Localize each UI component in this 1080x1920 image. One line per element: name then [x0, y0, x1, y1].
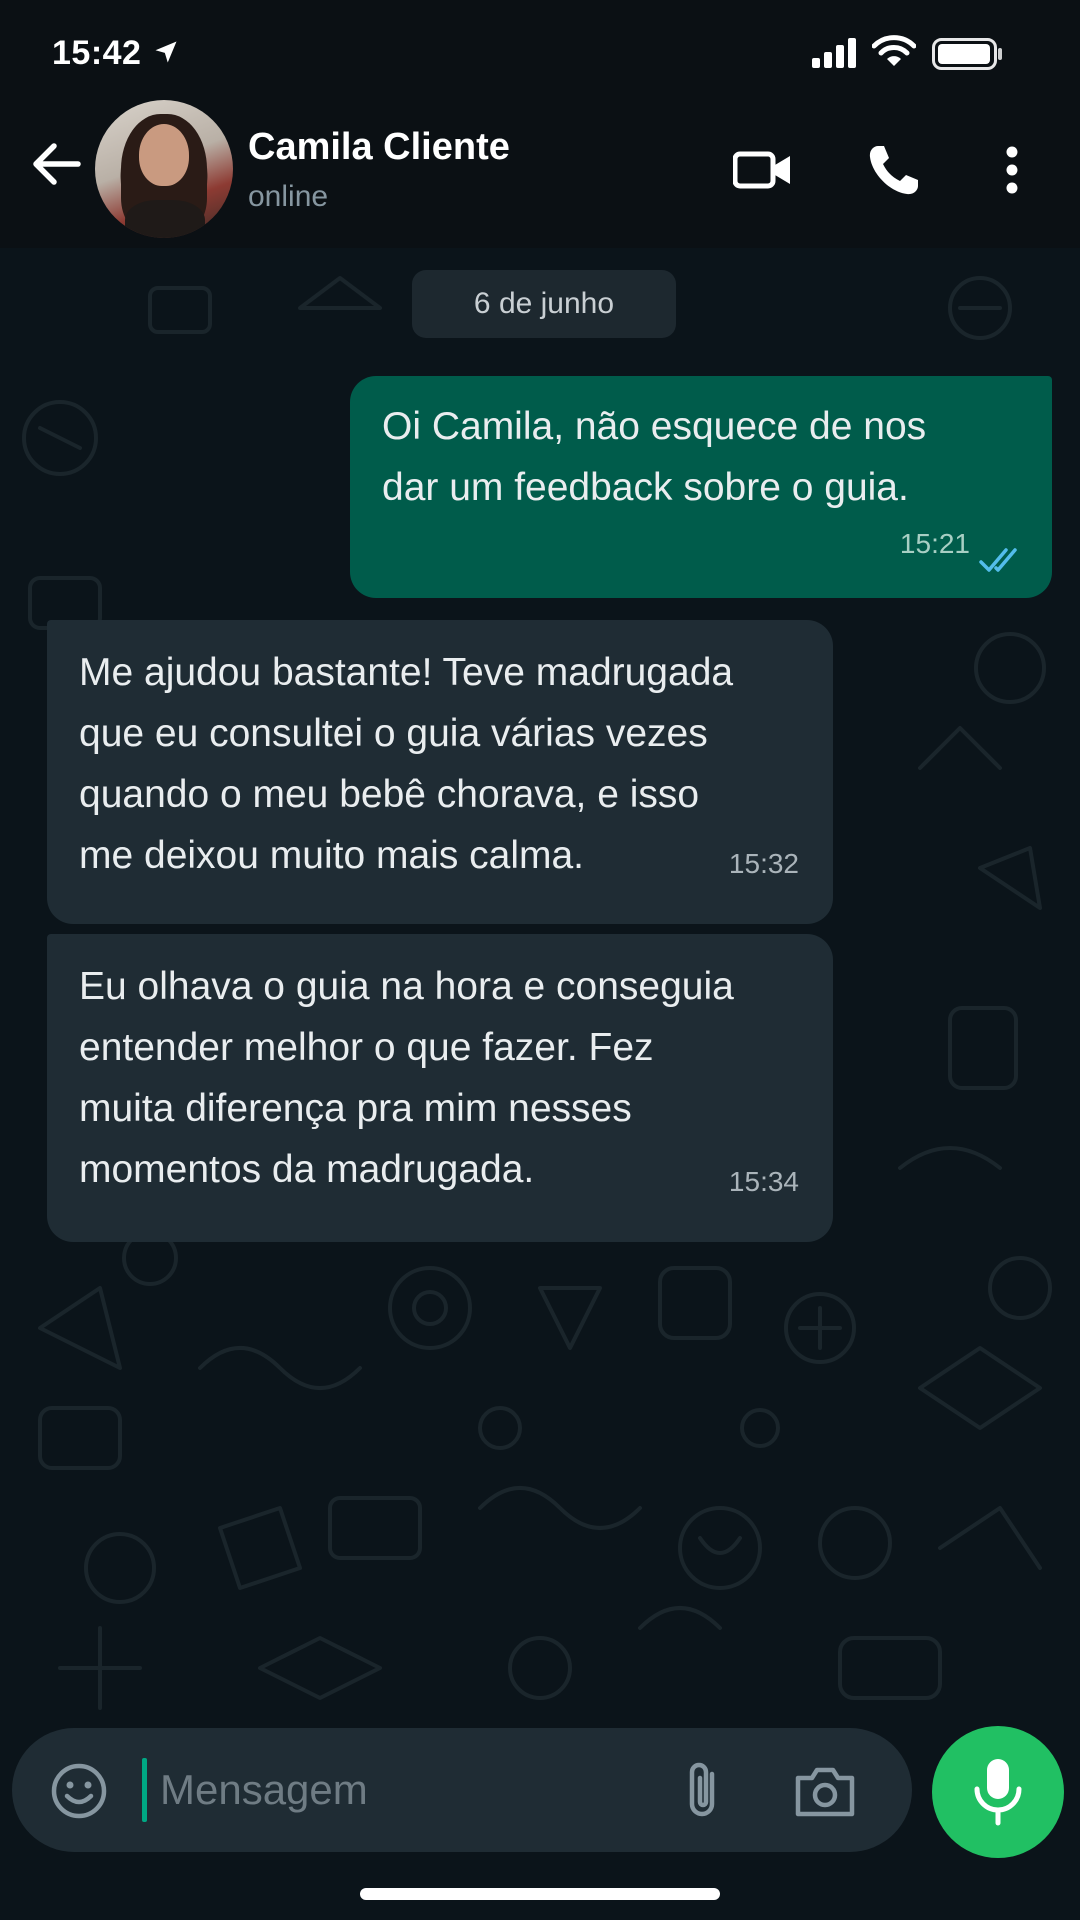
- back-arrow-icon[interactable]: [28, 136, 84, 192]
- microphone-button[interactable]: [932, 1726, 1064, 1858]
- message-time: 15:32: [728, 848, 799, 879]
- location-arrow-icon: [155, 41, 177, 63]
- contact-name[interactable]: Camila Cliente: [248, 126, 510, 169]
- battery-icon: [932, 38, 1002, 70]
- message-time: 15:34: [728, 1166, 799, 1197]
- chat-area[interactable]: 6 de junho Oi Camila, não esquece de nos…: [0, 248, 1080, 1728]
- status-time: 15:42: [52, 34, 142, 72]
- wifi-icon: [872, 35, 916, 66]
- chat-header: Camila Cliente online: [0, 100, 1080, 248]
- text-caret: [142, 1758, 147, 1822]
- avatar-body: [125, 200, 205, 238]
- message-time: 15:21: [899, 528, 970, 559]
- camera-icon[interactable]: [794, 1762, 856, 1818]
- message-text: Eu olhava o guia na hora e conseguia ent…: [79, 965, 734, 1191]
- cellular-signal-icon: [812, 38, 856, 68]
- avatar[interactable]: [95, 100, 233, 238]
- microphone-icon: [974, 1759, 1022, 1826]
- message-text: Me ajudou bastante! Teve madrugada que e…: [79, 651, 734, 877]
- more-vertical-icon[interactable]: [1000, 140, 1024, 200]
- message-bubble-incoming[interactable]: Eu olhava o guia na hora e conseguia ent…: [47, 934, 833, 1242]
- message-bubble-incoming[interactable]: Me ajudou bastante! Teve madrugada que e…: [47, 620, 833, 924]
- paperclip-icon[interactable]: [678, 1760, 728, 1822]
- read-receipt-double-check-icon: [979, 548, 1017, 572]
- message-input[interactable]: [160, 1752, 680, 1828]
- message-composer: [12, 1728, 912, 1852]
- contact-status: online: [248, 180, 329, 213]
- video-camera-icon[interactable]: [733, 140, 793, 200]
- status-bar: 15:42: [0, 0, 1080, 100]
- message-bubble-outgoing[interactable]: Oi Camila, não esquece de nos dar um fee…: [350, 376, 1052, 598]
- home-indicator[interactable]: [360, 1888, 720, 1900]
- phone-icon[interactable]: [864, 140, 924, 200]
- avatar-face: [139, 124, 189, 186]
- date-separator: 6 de junho: [412, 270, 676, 338]
- emoji-icon[interactable]: [50, 1762, 108, 1820]
- message-text: Oi Camila, não esquece de nos dar um fee…: [382, 405, 927, 509]
